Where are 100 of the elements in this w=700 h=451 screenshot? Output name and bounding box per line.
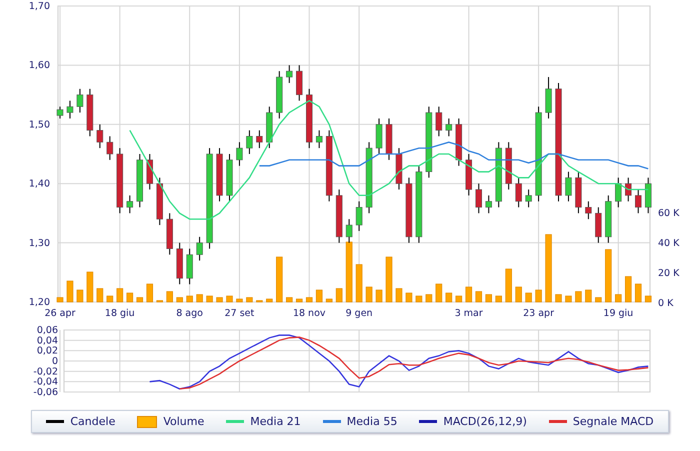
candlestick [485,194,492,214]
volume-bar [426,294,432,302]
volume-bar [56,297,64,302]
volume-bar [306,297,313,302]
candlestick [635,189,642,214]
volume-bar [126,292,134,302]
candlestick [296,64,303,102]
volume-bar [116,288,124,302]
candlestick [446,118,452,137]
candlestick [146,154,153,190]
volume-bar [326,298,332,302]
axis-tick-label: 1,50 [28,119,50,130]
volume-bar [66,280,74,302]
volume-bar [475,291,482,302]
axis-tick-label: 9 gen [346,308,373,319]
candlestick [386,118,392,160]
axis-tick-label: 1,20 [28,297,50,308]
candlestick [106,136,114,160]
volume-bar [495,296,502,302]
axis-tick-label: 20 K [658,268,680,279]
candlestick [346,218,352,244]
volume-bar [515,286,522,302]
volume-bar [525,292,532,302]
candlestick [136,154,143,208]
axis-tick-label: 26 apr [44,308,76,319]
volume-bar [595,297,602,302]
candlestick [476,183,482,214]
legend-label: Candele [70,415,116,428]
candlestick [466,154,472,196]
candlestick [495,142,502,208]
volume-bar [436,284,442,302]
volume-bar [605,249,612,302]
candlestick [196,236,203,262]
volume-bar [276,256,283,302]
axis-tick-label: 23 apr [523,308,554,319]
candlestick [126,194,134,214]
volume-bar [246,297,253,302]
axis-tick-label: -0,02 [33,366,58,378]
axis-tick-label: 19 giu [603,308,634,319]
volume-bar [555,294,562,302]
volume-bar [176,297,183,302]
volume-bar [376,290,382,302]
candlestick [306,88,312,149]
axis-tick-label: -0,04 [33,376,58,388]
volume-bar [406,292,412,302]
axis-tick-label: 18 giu [104,308,135,319]
volume-bar [286,297,293,302]
candlestick [456,118,462,166]
candlestick [525,189,532,208]
legend-label: MACD(26,12,9) [443,415,527,428]
volume-bar [156,300,163,302]
volume-bar [625,276,632,302]
candlestick [116,148,124,214]
volume-bar [565,296,572,302]
candlestick [166,212,173,256]
volume-bar [86,272,94,302]
candlestick [236,142,243,166]
candlestick [266,106,273,149]
volume-bar [316,290,323,302]
candlestick [246,130,253,154]
candlestick [86,88,94,137]
axis-tick-label: 0 [52,356,58,367]
axis-tick-label: 0,02 [36,346,58,357]
volume-bar [446,292,452,302]
legend-label: Media 55 [346,415,398,428]
volume-bar [216,297,223,302]
candlestick [226,154,233,202]
volume-bar [206,296,213,302]
candlestick [156,177,163,226]
axis-tick-label: 1,60 [28,60,50,72]
candlestick [545,76,552,119]
volume-bar [106,296,114,302]
volume-bar [396,288,402,302]
axis-tick-label: 40 K [658,238,680,249]
axis-tick-label: 27 set [224,308,254,319]
candlestick [186,248,193,285]
candlestick [436,106,442,137]
axis-tick-label: 8 ago [176,308,203,319]
volume-bar [634,284,642,302]
candlestick [76,88,84,114]
legend-label: Media 21 [250,415,301,428]
candlestick [316,130,322,149]
candlestick [565,171,572,202]
candlestick [585,200,592,220]
volume-bar [456,296,462,302]
candlestick [96,124,104,149]
volume-bar [366,286,372,302]
volume-bar [465,286,472,302]
volume-bar [236,298,243,302]
candlestick [595,206,602,244]
volume-bar [416,296,422,302]
volume-bar [166,291,173,302]
volume-bar [296,298,303,302]
volume-bar [485,294,492,302]
volume-bar [336,288,342,302]
candlestick [356,200,362,232]
candlestick [56,106,64,119]
volume-bar [266,298,273,302]
volume-bar [535,290,542,302]
legend-label: Volume [163,415,204,428]
